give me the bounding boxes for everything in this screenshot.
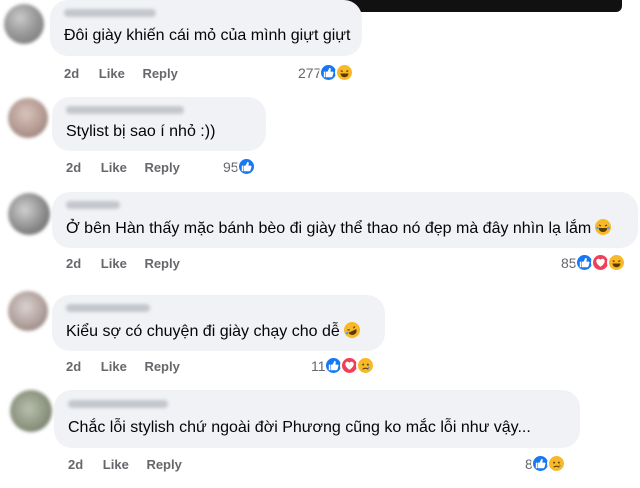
comment-text: Stylist bị sao í nhỏ :)) [66,123,216,140]
like-button[interactable]: Like [101,359,127,374]
reaction-count: 277 [298,64,322,81]
comment-text: Ở bên Hàn thấy mặc bánh bèo đi giày thể … [66,219,612,238]
sad-icon [355,356,375,375]
avatar[interactable] [8,193,50,235]
comment-text-content: Kiểu sợ có chuyện đi giày chạy cho dễ [66,323,340,340]
comment-bubble: Chắc lỗi stylish chứ ngoài đời Phương cũ… [54,390,580,448]
author-name-blurred[interactable] [68,400,168,408]
haha-icon [606,253,626,272]
reaction-summary[interactable]: 95 [223,157,256,176]
comment-text: Đôi giày khiến cái mỏ của mình giựt giựt [64,27,351,44]
rolling-laughing-emoji [343,322,360,338]
reply-button[interactable]: Reply [144,256,179,271]
author-name-blurred[interactable] [66,201,120,209]
comment-actions: 2d Like Reply [68,457,182,472]
comment-text-content: Ở bên Hàn thấy mặc bánh bèo đi giày thể … [66,220,592,237]
comment-text: Kiểu sợ có chuyện đi giày chạy cho dễ [66,322,360,341]
reply-button[interactable]: Reply [144,359,179,374]
comment-time[interactable]: 2d [64,66,79,81]
sad-icon [546,454,566,473]
comment-actions: 2d Like Reply [66,359,180,374]
comment-text: Chắc lỗi stylish chứ ngoài đời Phương cũ… [68,419,531,436]
reaction-summary[interactable]: 277 [298,63,355,82]
like-icon [236,157,256,176]
comment-bubble: Ở bên Hàn thấy mặc bánh bèo đi giày thể … [52,192,638,248]
reply-button[interactable]: Reply [146,457,181,472]
reaction-summary[interactable]: 11 [311,356,375,375]
comment-actions: 2d Like Reply [64,66,178,81]
author-name-blurred[interactable] [64,9,156,17]
comment-time[interactable]: 2d [66,359,81,374]
avatar[interactable] [4,4,44,44]
like-button[interactable]: Like [99,66,125,81]
top-overlay-bar [326,0,622,12]
avatar[interactable] [10,390,52,432]
haha-icon [335,63,355,82]
reaction-summary[interactable]: 85 [561,253,626,272]
comment-bubble: Đôi giày khiến cái mỏ của mình giựt giựt [50,0,362,56]
like-button[interactable]: Like [101,160,127,175]
reply-button[interactable]: Reply [144,160,179,175]
avatar[interactable] [8,291,48,331]
like-button[interactable]: Like [103,457,129,472]
comment-time[interactable]: 2d [66,160,81,175]
comment-actions: 2d Like Reply [66,256,180,271]
reaction-summary[interactable]: 8 [525,454,566,473]
avatar[interactable] [8,98,48,138]
laughing-emoji [595,219,612,235]
comment-time[interactable]: 2d [68,457,83,472]
comment-bubble: Stylist bị sao í nhỏ :)) [52,97,266,151]
like-button[interactable]: Like [101,256,127,271]
comment-time[interactable]: 2d [66,256,81,271]
reply-button[interactable]: Reply [142,66,177,81]
author-name-blurred[interactable] [66,304,150,312]
author-name-blurred[interactable] [66,106,184,114]
comment-bubble: Kiểu sợ có chuyện đi giày chạy cho dễ [52,295,385,351]
comment-actions: 2d Like Reply [66,160,180,175]
